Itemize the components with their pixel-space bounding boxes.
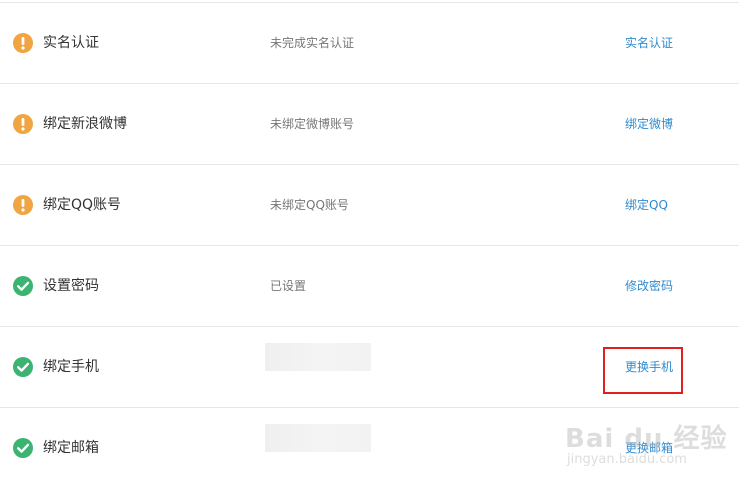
item-name: 实名认证: [43, 35, 99, 51]
warning-icon: [13, 195, 33, 215]
item-status: 未绑定微博账号: [270, 117, 355, 131]
bind-qq-link[interactable]: 绑定QQ: [625, 197, 668, 213]
bind-weibo-link[interactable]: 绑定微博: [625, 116, 673, 132]
redacted-email-value: [265, 424, 371, 452]
real-name-verify-link[interactable]: 实名认证: [625, 35, 673, 51]
item-name: 绑定新浪微博: [43, 116, 127, 132]
list-item-weibo: 绑定新浪微博 未绑定微博账号 绑定微博: [0, 84, 739, 165]
change-password-link[interactable]: 修改密码: [625, 278, 673, 294]
warning-icon: [13, 33, 33, 53]
change-phone-link[interactable]: 更换手机: [625, 359, 673, 375]
item-status: 已设置: [270, 279, 307, 293]
list-item-password: 设置密码 已设置 修改密码: [0, 246, 739, 327]
redacted-phone-value: [265, 343, 371, 371]
list-item-email: 绑定邮箱 更换邮箱: [0, 408, 739, 486]
list-item-real-name: 实名认证 未完成实名认证 实名认证: [0, 3, 739, 84]
item-name: 绑定邮箱: [43, 440, 99, 456]
check-icon: [13, 357, 33, 377]
item-status: 未绑定QQ账号: [270, 198, 349, 212]
list-item-phone: 绑定手机 更换手机: [0, 327, 739, 408]
check-icon: [13, 276, 33, 296]
item-name: 绑定QQ账号: [43, 197, 122, 213]
item-status: 未完成实名认证: [270, 36, 355, 50]
change-email-link[interactable]: 更换邮箱: [625, 440, 673, 456]
check-icon: [13, 438, 33, 458]
item-name: 设置密码: [43, 278, 99, 294]
security-settings-list: 实名认证 未完成实名认证 实名认证 绑定新浪微博 未绑定微博账号 绑定微博 绑定…: [0, 3, 739, 486]
warning-icon: [13, 114, 33, 134]
item-name: 绑定手机: [43, 359, 99, 375]
list-item-qq: 绑定QQ账号 未绑定QQ账号 绑定QQ: [0, 165, 739, 246]
account-security-page: 实名认证 未完成实名认证 实名认证 绑定新浪微博 未绑定微博账号 绑定微博 绑定…: [0, 0, 739, 486]
